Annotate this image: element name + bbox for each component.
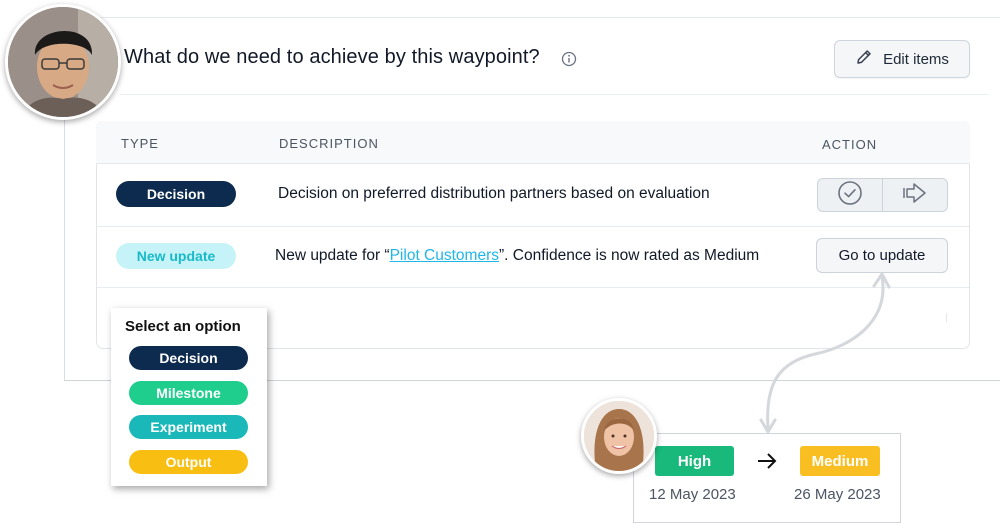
row-divider: [97, 226, 969, 227]
page-title: What do we need to achieve by this waypo…: [124, 46, 540, 68]
column-header-action: ACTION: [822, 137, 878, 152]
dropdown-title: Select an option: [125, 318, 241, 335]
check-circle-icon: [837, 180, 863, 211]
option-decision[interactable]: Decision: [129, 346, 248, 370]
divider: [120, 94, 988, 95]
to-date: 26 May 2023: [794, 486, 881, 503]
edit-items-label: Edit items: [883, 50, 949, 68]
pilot-customers-link[interactable]: Pilot Customers: [390, 247, 499, 264]
avatar: [581, 398, 657, 474]
confidence-from-badge: High: [655, 446, 734, 476]
arrow-right-icon: [756, 450, 778, 477]
type-badge-decision[interactable]: Decision: [116, 181, 236, 207]
column-header-description: DESCRIPTION: [279, 136, 379, 151]
option-output[interactable]: Output: [129, 450, 248, 474]
description-text: ”. Confidence is now rated as Medium: [499, 247, 760, 264]
confidence-to-badge: Medium: [800, 446, 880, 476]
info-icon[interactable]: [561, 51, 577, 67]
description-text: New update for “: [275, 247, 390, 264]
arrow-icon: [759, 272, 891, 434]
from-date: 12 May 2023: [649, 486, 736, 503]
divider: [946, 313, 947, 322]
option-milestone[interactable]: Milestone: [129, 381, 248, 405]
avatar: [5, 4, 121, 120]
column-header-type: TYPE: [121, 136, 159, 151]
row-description: Decision on preferred distribution partn…: [278, 185, 710, 202]
row-action-group: [817, 178, 948, 212]
type-badge-new-update[interactable]: New update: [116, 243, 236, 269]
forward-button[interactable]: [882, 179, 947, 211]
option-experiment[interactable]: Experiment: [129, 415, 248, 439]
row-description: New update for “Pilot Customers”. Confid…: [275, 247, 759, 265]
arrow-right-icon: [901, 180, 929, 211]
pencil-icon: [855, 48, 873, 70]
complete-button[interactable]: [818, 179, 882, 211]
edit-items-button[interactable]: Edit items: [834, 40, 970, 78]
